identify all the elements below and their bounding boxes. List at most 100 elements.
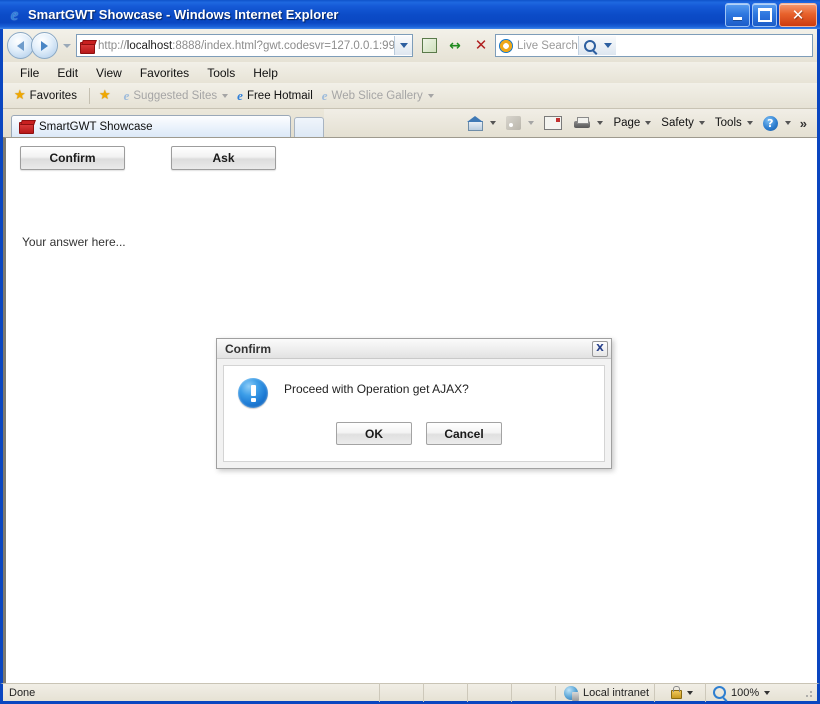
tab-strip: SmartGWT Showcase [3,110,324,137]
protected-mode-button[interactable] [654,683,705,702]
tab-favicon-red-box-icon [18,119,34,135]
close-icon: ✕ [791,5,805,24]
safety-menu-button[interactable]: Safety [656,115,710,131]
print-icon [574,116,591,130]
chevron-down-icon [687,690,693,695]
tab-label: SmartGWT Showcase [39,120,153,133]
zoom-magnifier-icon [713,686,726,699]
security-zone-label: Local intranet [583,686,650,699]
protected-mode-icon [667,685,682,700]
dialog-title-bar[interactable]: Confirm X [217,339,611,359]
confirm-button[interactable]: Confirm [20,146,125,170]
home-button[interactable] [462,114,501,132]
favbar-item-label: Suggested Sites [133,89,218,102]
back-arrow-icon [17,40,24,51]
menu-item-tools[interactable]: Tools [198,64,244,82]
maximize-button[interactable] [752,3,777,27]
stop-button[interactable]: ✕ [469,34,493,58]
menu-item-view[interactable]: View [87,64,131,82]
maximize-icon [757,8,772,22]
compatibility-view-icon [421,38,437,53]
page-menu-label: Page [613,117,641,129]
feeds-icon [506,116,522,130]
chevron-down-icon [784,121,791,125]
dialog-message: Proceed with Operation get AJAX? [284,382,469,396]
dialog-button-row: OK Cancel [336,422,590,445]
address-url-text: http://localhost:8888/index.html?gwt.cod… [98,39,394,52]
star-icon: ★ [14,88,26,103]
ie-logo-icon: e [10,5,19,24]
page-content: Confirm Ask Your answer here... Confirm … [3,137,817,683]
ie-logo-icon: e [321,88,328,103]
status-segment [423,683,467,702]
star-green-arrow-icon: ★ [98,88,111,103]
address-bar[interactable]: http://localhost:8888/index.html?gwt.cod… [76,34,413,57]
dialog-title: Confirm [225,341,271,356]
favbar-item-free-hotmail[interactable]: e Free Hotmail [234,88,319,103]
search-input[interactable]: Live Search [517,40,578,52]
dialog-ok-button[interactable]: OK [336,422,412,445]
title-bar: e SmartGWT Showcase - Windows Internet E… [0,0,820,29]
chevron-down-icon [490,121,497,125]
search-go-button[interactable] [577,36,601,55]
search-icon [583,39,596,52]
search-box[interactable]: Live Search [495,34,813,57]
chevron-down-icon [645,121,652,125]
status-text: Done [9,686,36,699]
browser-chrome: http://localhost:8888/index.html?gwt.cod… [0,29,820,683]
read-mail-button[interactable] [539,114,569,132]
tab-strip-row: SmartGWT Showcase Page Safety Tools ? » [3,109,817,137]
ask-button[interactable]: Ask [171,146,276,170]
menu-item-file[interactable]: File [11,64,48,82]
help-menu-button[interactable]: ? [758,114,796,133]
status-segment [511,683,555,702]
favbar-divider [88,87,90,104]
add-to-favorites-bar-button[interactable]: ★ [96,88,121,103]
menu-item-help[interactable]: Help [244,64,287,82]
chevron-down-icon [597,121,604,125]
resize-grip[interactable] [801,685,815,700]
favorites-button[interactable]: ★ Favorites [11,88,83,103]
search-provider-dropdown[interactable] [600,36,616,55]
favbar-item-label: Web Slice Gallery [331,89,423,102]
status-segment [379,683,423,702]
close-button[interactable]: ✕ [779,3,817,27]
print-button[interactable] [569,115,608,132]
dialog-close-button[interactable]: X [592,340,608,357]
command-bar: Page Safety Tools ? » [324,109,817,137]
zoom-control[interactable]: 100% [705,683,817,702]
mail-icon [544,116,563,130]
minimize-icon [733,17,742,20]
menu-bar: File Edit View Favorites Tools Help [3,62,817,83]
navigation-bar: http://localhost:8888/index.html?gwt.cod… [3,29,817,62]
tab-smartgwt-showcase[interactable]: SmartGWT Showcase [11,115,291,137]
favbar-item-suggested-sites[interactable]: e Suggested Sites [121,88,235,103]
forward-button[interactable] [31,32,58,59]
feeds-button[interactable] [501,114,539,132]
zoom-level-label: 100% [731,686,760,699]
dialog-cancel-button[interactable]: Cancel [426,422,502,445]
favbar-item-web-slice-gallery[interactable]: e Web Slice Gallery [319,88,440,103]
window-controls: ✕ [725,3,817,27]
new-tab-button[interactable] [294,117,324,137]
menu-item-favorites[interactable]: Favorites [131,64,198,82]
compatibility-view-button[interactable] [417,34,441,58]
chevron-down-icon [427,93,434,98]
address-dropdown-button[interactable] [394,36,412,55]
tools-menu-button[interactable]: Tools [710,115,758,131]
favbar-item-label: Free Hotmail [246,89,313,102]
menu-item-edit[interactable]: Edit [48,64,87,82]
tools-menu-label: Tools [714,117,742,129]
command-bar-overflow-button[interactable]: » [796,117,811,130]
recent-pages-chevron-down-icon[interactable] [63,43,71,48]
security-zone[interactable]: Local intranet [555,685,654,701]
favorites-bar: ★ Favorites ★ e Suggested Sites e Free H… [3,83,817,109]
back-button[interactable] [7,32,34,59]
page-menu-button[interactable]: Page [608,115,656,131]
minimize-button[interactable] [725,3,750,27]
refresh-icon: ↔ [449,37,461,54]
chevron-down-icon [764,690,771,695]
address-favicon-red-box-icon [79,38,95,54]
dialog-message-row: Proceed with Operation get AJAX? [238,378,590,408]
refresh-button[interactable]: ↔ [443,34,467,58]
